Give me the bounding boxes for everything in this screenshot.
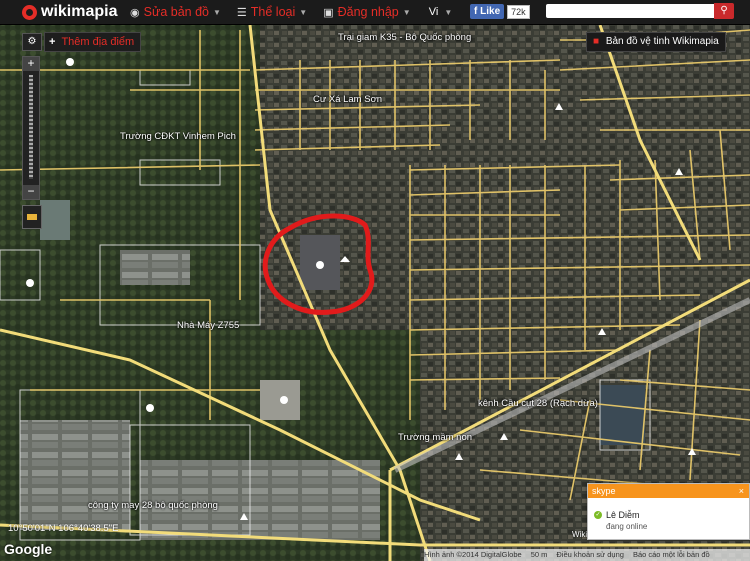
building	[600, 385, 645, 445]
language-label: Vi	[428, 6, 439, 18]
map-label[interactable]: Trường CĐKT Vinhem Pich	[120, 131, 236, 142]
menu-edit-map[interactable]: ◉ Sửa bản đồ ▼	[130, 5, 221, 19]
logo-text: wikimapia	[41, 3, 118, 20]
skype-contact-status: đang online	[606, 522, 648, 531]
facebook-like-count: 72k	[507, 4, 530, 19]
marker-icon	[280, 396, 288, 404]
wikimapia-logo[interactable]: wikimapia	[22, 3, 130, 21]
building	[40, 200, 70, 240]
menu-login[interactable]: ▣ Đăng nhập ▼	[323, 5, 411, 19]
google-logo: Google	[4, 541, 53, 557]
terms-link[interactable]: Điều khoản sử dụng	[556, 549, 624, 561]
satellite-map[interactable]	[0, 25, 750, 561]
imagery-credit: Hình ảnh ©2014 DigitalGlobe	[424, 550, 522, 559]
marker-icon	[146, 404, 154, 412]
map-label[interactable]: công ty may 28 bộ quốc phòng	[88, 500, 218, 511]
menu-categories-label: Thể loại	[250, 5, 296, 19]
close-icon[interactable]: ×	[739, 484, 744, 498]
chevron-down-icon: ▼	[299, 7, 308, 17]
gear-icon: ⚙	[27, 36, 37, 47]
skype-title: skype	[592, 486, 616, 496]
layer-toggle-button[interactable]	[22, 205, 42, 229]
satellite-map-toggle[interactable]: ■ Bản đồ vệ tinh Wikimapia	[586, 32, 726, 52]
globe-icon: ◉	[130, 6, 140, 19]
menu-edit-map-label: Sửa bản đồ	[143, 5, 209, 19]
plus-icon: +	[49, 36, 56, 48]
zoom-control[interactable]: + −	[22, 56, 40, 200]
map-label[interactable]: Trại giam K35 - Bộ Quốc phòng	[338, 32, 471, 43]
facebook-like-label: Like	[480, 6, 501, 17]
marker-icon	[26, 279, 34, 287]
zoom-slider[interactable]	[29, 75, 33, 179]
marker-icon	[66, 58, 74, 66]
skype-header[interactable]: skype ×	[588, 484, 749, 498]
facebook-like[interactable]: f Like 72k	[470, 4, 530, 19]
map-label[interactable]: Trường mầm non	[398, 432, 472, 443]
warehouse-block	[20, 420, 130, 530]
skype-contact[interactable]: ✓ Lê Diễm	[594, 510, 749, 520]
building	[120, 250, 190, 285]
map-label[interactable]: kênh Cầu cụt 28 (Rạch dừa)	[478, 398, 598, 409]
add-place-label: Thêm địa điểm	[61, 36, 135, 48]
facebook-like-button[interactable]: f Like	[470, 4, 505, 19]
zoom-in-button[interactable]: +	[23, 57, 39, 71]
add-place-button[interactable]: + Thêm địa điểm	[44, 32, 142, 52]
marker-icon	[316, 261, 324, 269]
search-icon: ⚲	[720, 5, 728, 16]
search-input[interactable]	[546, 4, 718, 18]
map-layer-icon: ■	[593, 36, 600, 47]
online-status-icon: ✓	[594, 511, 602, 519]
menu-categories[interactable]: ☰ Thể loại ▼	[237, 5, 307, 19]
scale-bar: 50 m	[530, 550, 548, 559]
language-select[interactable]: Vi ▼	[429, 6, 453, 18]
chevron-down-icon: ▼	[212, 7, 221, 17]
chevron-down-icon: ▼	[444, 8, 453, 17]
login-icon: ▣	[323, 6, 334, 19]
map-settings-button[interactable]: ⚙	[22, 33, 42, 51]
chevron-down-icon: ▼	[402, 7, 411, 17]
skype-widget[interactable]: skype × ✓ Lê Diễm đang online	[587, 483, 750, 540]
logo-icon	[22, 4, 37, 20]
menu-login-label: Đăng nhập	[337, 5, 399, 19]
map-label[interactable]: Cư Xá Lam Sơn	[313, 94, 382, 105]
search-button[interactable]: ⚲	[714, 3, 734, 19]
facebook-icon: f	[474, 6, 478, 17]
coordinates-readout: 10°50'01"N 106°40'38.5"E	[8, 523, 119, 534]
skype-contact-name: Lê Diễm	[606, 510, 640, 520]
zoom-out-button[interactable]: −	[23, 185, 39, 199]
satellite-map-label: Bản đồ vệ tinh Wikimapia	[605, 36, 719, 47]
map-label[interactable]: Nhà Máy Z755	[177, 320, 239, 331]
map-attribution: Hình ảnh ©2014 DigitalGlobe 50 m Điều kh…	[424, 549, 750, 561]
categories-icon: ☰	[236, 6, 247, 19]
report-error-link[interactable]: Báo cáo một lỗi bản đồ	[633, 549, 710, 561]
